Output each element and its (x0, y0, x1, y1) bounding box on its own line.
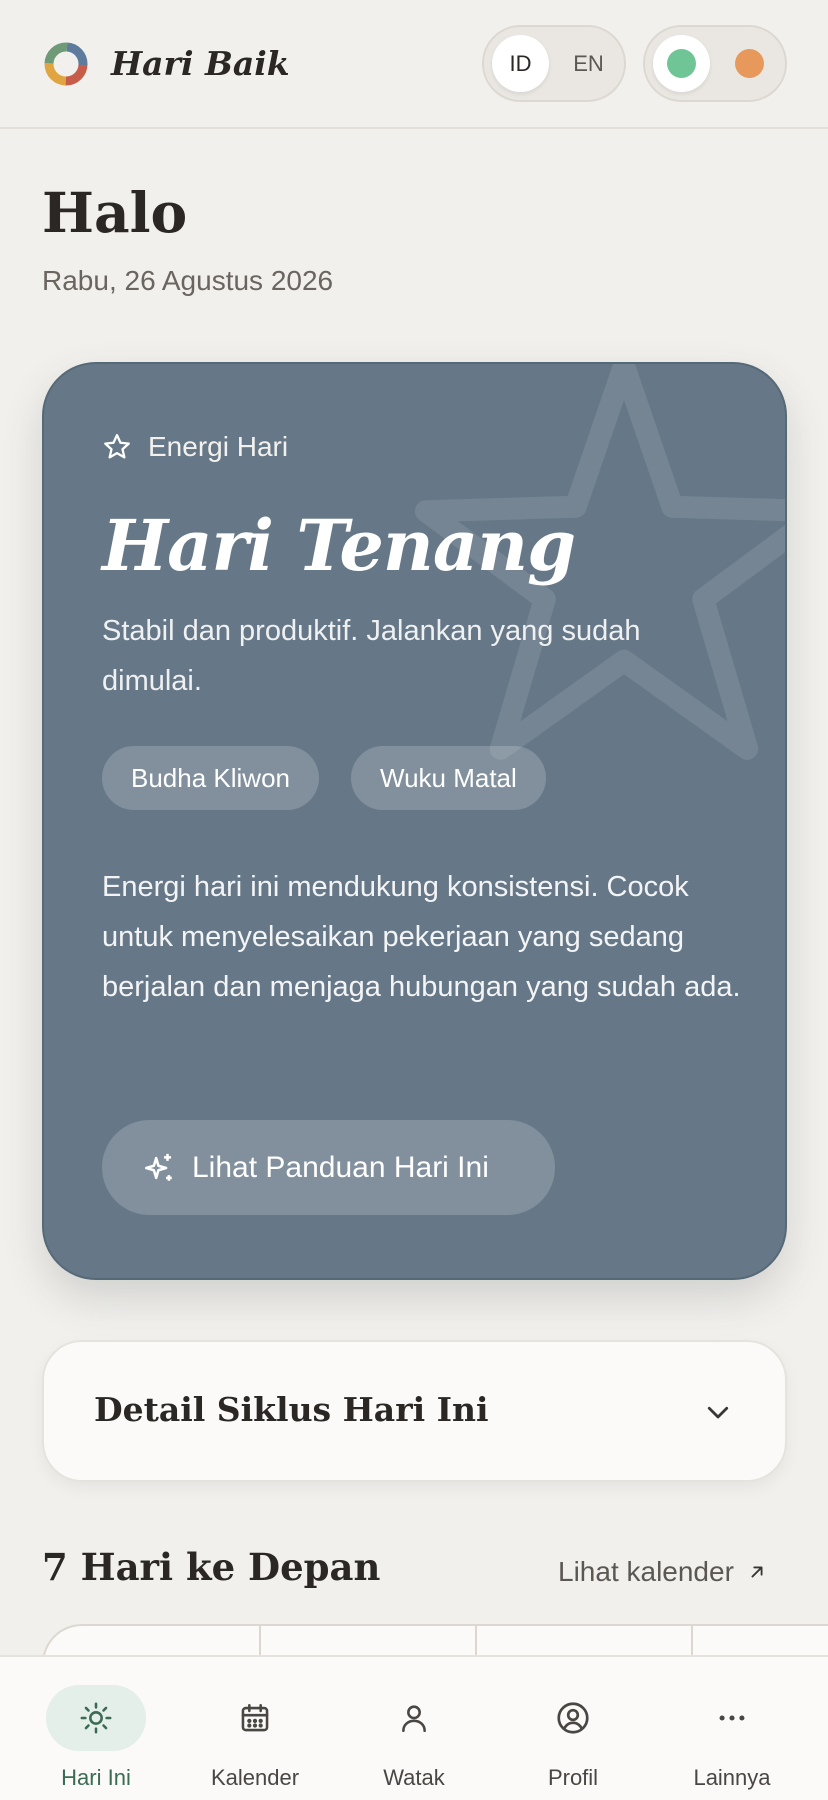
current-date: Rabu, 26 Agustus 2026 (42, 265, 334, 296)
theme-toggle[interactable] (643, 25, 787, 102)
theme-orange-dot (735, 49, 764, 78)
cycle-detail-title: Detail Siklus Hari Ini (94, 1390, 489, 1429)
view-calendar-label: Lihat kalender (558, 1556, 734, 1587)
lang-option-en[interactable]: EN (560, 35, 617, 92)
energy-subtitle: Stabil dan produktif. Jalankan yang suda… (102, 615, 641, 697)
view-guide-label: Lihat Panduan Hari Ini (192, 1150, 489, 1184)
star-icon (104, 434, 130, 459)
nav-item-more[interactable]: Lainnya (662, 1657, 802, 1800)
more-dots-icon (719, 1715, 745, 1721)
app-logo-icon (44, 42, 88, 86)
week-section-title: 7 Hari ke Depan (42, 1545, 381, 1589)
nav-label-more: Lainnya (693, 1765, 771, 1790)
sparkles-icon (144, 1153, 172, 1181)
energy-description: Energi hari ini mendukung konsistensi. C… (102, 871, 741, 1003)
energy-title: Hari Tenang (102, 504, 576, 587)
nav-item-calendar[interactable]: Kalender (185, 1657, 325, 1800)
lang-option-id[interactable]: ID (492, 35, 549, 92)
nav-item-profile[interactable]: Profil (503, 1657, 643, 1800)
energy-card: Energi Hari Hari Tenang Stabil dan produ… (42, 362, 787, 1280)
calendar-icon (241, 1703, 269, 1732)
nav-item-today[interactable]: Hari Ini (26, 1657, 166, 1800)
view-guide-button[interactable]: Lihat Panduan Hari Ini (102, 1120, 555, 1215)
nav-label-profile: Profil (547, 1765, 599, 1790)
bottom-navigation: Hari Ini Kalender Watak Profil Lainnya (0, 1655, 828, 1800)
sun-icon (80, 1702, 112, 1734)
tag-pill: Wuku Matal (351, 746, 546, 810)
nav-label-today: Hari Ini (61, 1765, 131, 1790)
nav-item-character[interactable]: Watak (344, 1657, 484, 1800)
energy-eyebrow-label: Energi Hari (148, 431, 289, 462)
chevron-down-icon (707, 1406, 729, 1419)
app-header: Hari Baik ID EN (0, 0, 828, 129)
nav-label-calendar: Kalender (210, 1765, 300, 1790)
cycle-detail-accordion[interactable]: Detail Siklus Hari Ini (42, 1340, 787, 1482)
tag-pill: Budha Kliwon (102, 746, 319, 810)
profile-circle-icon (557, 1702, 589, 1734)
language-toggle[interactable]: ID EN (482, 25, 626, 102)
app-title: Hari Baik (111, 44, 290, 83)
theme-green-dot (667, 49, 696, 78)
person-icon (402, 1705, 426, 1733)
view-calendar-link[interactable]: Lihat kalender (558, 1556, 768, 1588)
page-title: Halo (42, 180, 188, 245)
arrow-up-right-icon (751, 1566, 763, 1578)
energy-eyebrow: Energi Hari (102, 430, 288, 464)
nav-label-character: Watak (383, 1765, 445, 1790)
